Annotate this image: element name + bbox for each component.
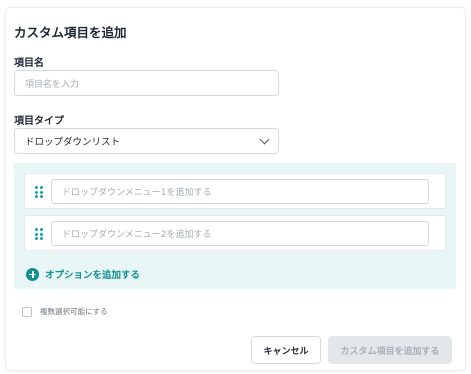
add-option-label: オプションを追加する — [45, 270, 141, 281]
cancel-button[interactable]: キャンセル — [251, 336, 321, 364]
option-input-placeholder: ドロップダウンメニュー1を追加する — [62, 188, 212, 198]
field-type-select[interactable]: ドロップダウンリスト — [14, 128, 279, 154]
field-name-placeholder: 項目名を入力 — [25, 79, 80, 90]
plus-circle-icon — [26, 267, 39, 281]
multi-select-label: 複数選択可能にする — [40, 307, 108, 316]
add-option-button[interactable]: オプションを追加する — [26, 267, 140, 281]
option-input-placeholder: ドロップダウンメニュー2を追加する — [62, 230, 212, 240]
dropdown-options-panel: ドロップダウンメニュー1を追加する ドロップダウンメニュー2を追加する オプショ… — [14, 163, 456, 289]
add-custom-field-dialog: カスタム項目を追加 項目名 項目名を入力 項目タイプ ドロップダウンリスト ドロ… — [6, 8, 465, 370]
multi-select-checkbox[interactable] — [22, 306, 32, 317]
field-type-label: 項目タイプ — [14, 116, 64, 127]
multi-select-option[interactable]: 複数選択可能にする — [22, 306, 108, 317]
drag-handle-icon[interactable] — [35, 228, 43, 240]
chevron-down-icon — [259, 134, 270, 144]
field-type-value: ドロップダウンリスト — [25, 137, 121, 148]
option-row: ドロップダウンメニュー2を追加する — [24, 215, 446, 251]
option-input-2[interactable]: ドロップダウンメニュー2を追加する — [51, 221, 429, 246]
drag-handle-icon[interactable] — [35, 186, 43, 198]
add-custom-field-button[interactable]: カスタム項目を追加する — [328, 336, 452, 364]
option-input-1[interactable]: ドロップダウンメニュー1を追加する — [51, 179, 429, 204]
option-row: ドロップダウンメニュー1を追加する — [24, 173, 446, 209]
field-name-label: 項目名 — [14, 58, 44, 69]
field-name-input[interactable]: 項目名を入力 — [14, 70, 279, 96]
dialog-title: カスタム項目を追加 — [14, 25, 127, 40]
